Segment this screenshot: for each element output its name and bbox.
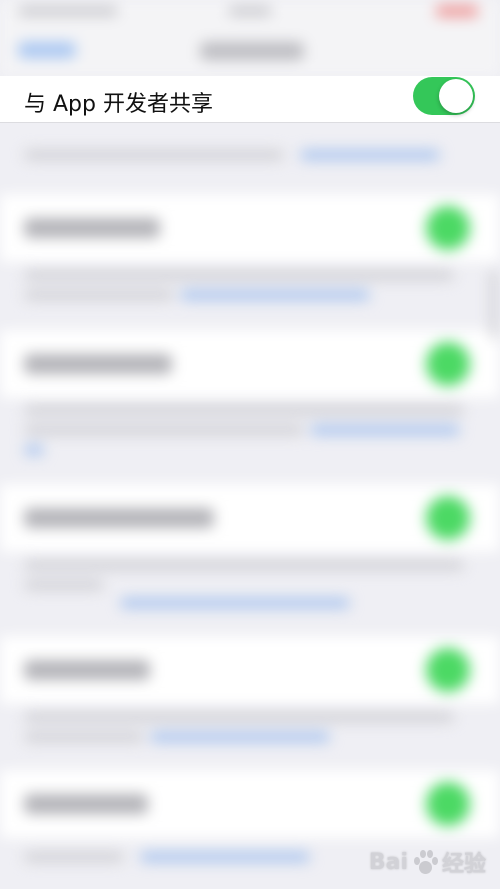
battery-icon (436, 5, 478, 17)
description-link[interactable] (150, 732, 330, 742)
row-label (24, 660, 150, 680)
description-line (24, 290, 174, 300)
baidu-jingyan-watermark: Bai 经验 (368, 847, 486, 878)
watermark-text-right: 经验 (441, 852, 486, 877)
description-line (24, 852, 124, 862)
settings-row[interactable] (0, 636, 500, 704)
description-line (24, 712, 454, 722)
carrier-signal (18, 6, 118, 16)
toggle-knob (439, 79, 473, 113)
share-with-developer-toggle[interactable] (413, 77, 475, 115)
settings-row[interactable] (0, 770, 500, 838)
nav-title (200, 42, 304, 60)
description-link[interactable] (24, 445, 44, 455)
blurred-settings-background (0, 0, 500, 889)
row-toggle[interactable] (426, 496, 470, 540)
row-toggle[interactable] (426, 342, 470, 386)
row-label (24, 794, 148, 814)
scroll-indicator (491, 270, 496, 340)
description-link[interactable] (120, 598, 350, 608)
row-label (24, 354, 172, 374)
description-link[interactable] (300, 150, 440, 160)
row-toggle[interactable] (426, 206, 470, 250)
back-button[interactable] (18, 42, 76, 58)
description-line (24, 150, 284, 160)
share-with-developer-label: 与 App 开发者共享 (24, 92, 213, 117)
description-line (24, 405, 464, 415)
row-toggle[interactable] (426, 782, 470, 826)
status-bar (0, 0, 500, 28)
settings-row[interactable] (0, 330, 500, 398)
description-link[interactable] (180, 290, 370, 300)
navigation-bar (0, 28, 500, 76)
row-toggle[interactable] (426, 648, 470, 692)
description-line (24, 425, 304, 435)
watermark-text-left: Bai (368, 849, 408, 875)
description-link[interactable] (140, 852, 310, 862)
status-time (228, 6, 272, 16)
description-link[interactable] (310, 425, 460, 435)
settings-row[interactable] (0, 484, 500, 552)
description-line (24, 560, 464, 570)
description-line (24, 732, 144, 742)
row-label (24, 218, 160, 238)
settings-row[interactable] (0, 194, 500, 262)
description-line (24, 580, 104, 590)
paw-logo-icon (412, 849, 438, 875)
row-label (24, 508, 214, 528)
description-line (24, 270, 454, 280)
